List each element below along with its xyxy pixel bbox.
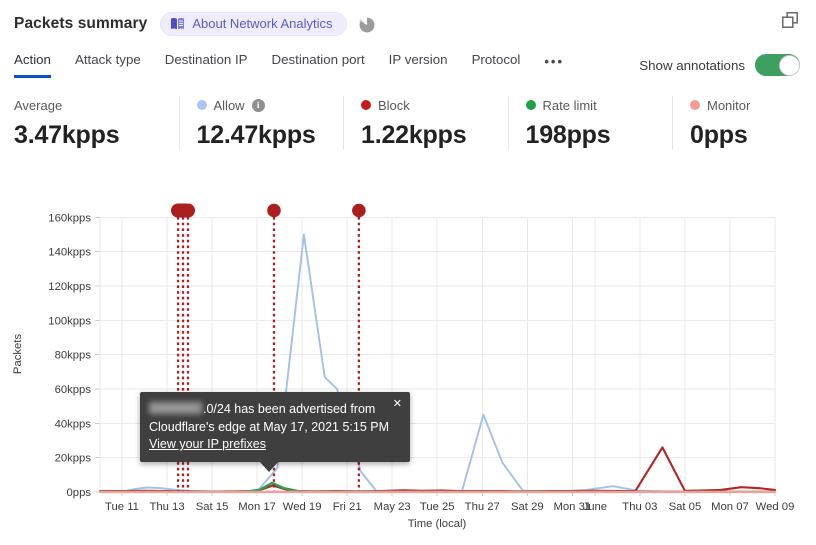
y-tick-label: 80kpps <box>55 350 92 362</box>
stat-rate-limit: Rate limit 198pps <box>507 96 673 150</box>
stat-label: Allow <box>213 97 245 113</box>
popout-icon[interactable] <box>780 10 800 30</box>
stat-value: 1.22kpps <box>361 121 467 149</box>
stat-average: Average 3.47kpps <box>14 96 179 150</box>
y-tick-label: 140kpps <box>48 247 91 259</box>
stat-value: 198pps <box>525 121 611 149</box>
x-tick-label: Thu 27 <box>465 501 500 513</box>
x-tick-label: Sat 15 <box>196 501 229 513</box>
tooltip-close-icon[interactable]: ✕ <box>393 396 402 414</box>
monitor-legend-dot <box>690 100 700 110</box>
tab-action[interactable]: Action <box>14 52 51 78</box>
allow-legend-dot <box>196 100 207 110</box>
stat-value: 3.47kpps <box>14 121 120 149</box>
axis-labels: 0pps 20kpps 40kpps 60kpps 80kpps 100kpps 120kp… <box>12 212 794 530</box>
toggle-knob <box>778 54 800 76</box>
x-tick-label: Tue 11 <box>105 501 139 513</box>
tab-destination-port[interactable]: Destination port <box>272 52 365 78</box>
show-annotations-control: Show annotations <box>639 54 800 76</box>
y-tick-label: 120kpps <box>48 281 91 293</box>
tab-ip-version[interactable]: IP version <box>389 52 448 78</box>
about-network-analytics-badge[interactable]: About Network Analytics <box>160 12 347 36</box>
block-legend-dot <box>361 100 371 110</box>
tab-bar: Action Attack type Destination IP Destin… <box>14 52 800 78</box>
redacted-ip-prefix <box>149 402 202 414</box>
rate-limit-legend-dot <box>525 100 536 110</box>
stat-label: Rate limit <box>542 97 597 113</box>
x-axis-title: Time (local) <box>408 518 467 530</box>
packets-time-series-chart: 0pps 20kpps 40kpps 60kpps 80kpps 100kpps 120kp… <box>12 203 794 530</box>
x-tick-label: Wed 19 <box>283 501 322 513</box>
header: Packets summary About Network Analytics <box>14 10 802 38</box>
annotation-tooltip: ✕ .0/24 has been advertised from Cloudfl… <box>140 392 410 472</box>
x-tick-label: Thu 03 <box>622 501 657 513</box>
tabs: Action Attack type Destination IP Destin… <box>14 52 564 78</box>
page-title: Packets summary <box>14 15 148 32</box>
x-tick-label: Tue 25 <box>420 501 455 513</box>
view-ip-prefixes-link[interactable]: View your IP prefixes <box>149 436 266 454</box>
show-annotations-toggle[interactable] <box>755 54 800 76</box>
tab-destination-ip[interactable]: Destination IP <box>165 52 248 78</box>
x-tick-label: Sat 29 <box>511 501 544 513</box>
x-tick-label: Fri 21 <box>333 501 362 513</box>
y-tick-label: 40kpps <box>55 418 92 430</box>
stat-value: 0pps <box>690 121 748 149</box>
x-tick-label: June <box>583 501 608 513</box>
tab-attack-type[interactable]: Attack type <box>75 52 141 78</box>
y-tick-label: 20kpps <box>55 453 92 465</box>
stat-block: Block 1.22kpps <box>343 96 508 150</box>
y-tick-label: 160kpps <box>48 212 91 224</box>
info-icon[interactable]: i <box>251 98 265 112</box>
pie-chart-icon <box>358 16 375 33</box>
book-icon <box>170 17 185 30</box>
y-axis-title: Packets <box>12 334 24 375</box>
tooltip-text-line1: .0/24 has been advertised from <box>149 401 398 419</box>
x-tick-label: Mon 07 <box>711 501 749 513</box>
y-tick-label: 0pps <box>67 487 92 499</box>
y-tick-label: 60kpps <box>55 384 92 396</box>
badge-label: About Network Analytics <box>192 16 333 31</box>
series-line-rate-limit <box>98 481 777 493</box>
x-tick-label: Thu 13 <box>149 501 184 513</box>
stat-monitor: Monitor 0pps <box>672 96 816 150</box>
stat-value: 12.47kpps <box>196 121 316 149</box>
x-tick-label: Wed 09 <box>756 501 795 513</box>
tooltip-text-line2: Cloudflare's edge at May 17, 2021 5:15 P… <box>149 419 390 434</box>
stat-allow: Allow i 12.47kpps <box>178 96 344 150</box>
tab-protocol[interactable]: Protocol <box>472 52 521 78</box>
x-tick-label: Sat 05 <box>669 501 702 513</box>
stats-row: Average 3.47kpps Allow i 12.47kpps Block… <box>14 96 816 150</box>
x-tick-label: Mon 31 <box>553 501 591 513</box>
stat-label: Monitor <box>707 97 751 113</box>
y-tick-label: 100kpps <box>48 315 91 327</box>
x-tick-label: May 23 <box>374 501 411 513</box>
show-annotations-label: Show annotations <box>639 57 745 73</box>
stat-label: Average <box>14 97 63 113</box>
x-tick-label: Mon 17 <box>238 501 276 513</box>
tooltip-caret <box>259 460 279 472</box>
tabs-overflow-button[interactable]: ••• <box>544 54 564 77</box>
stat-label: Block <box>378 97 410 113</box>
